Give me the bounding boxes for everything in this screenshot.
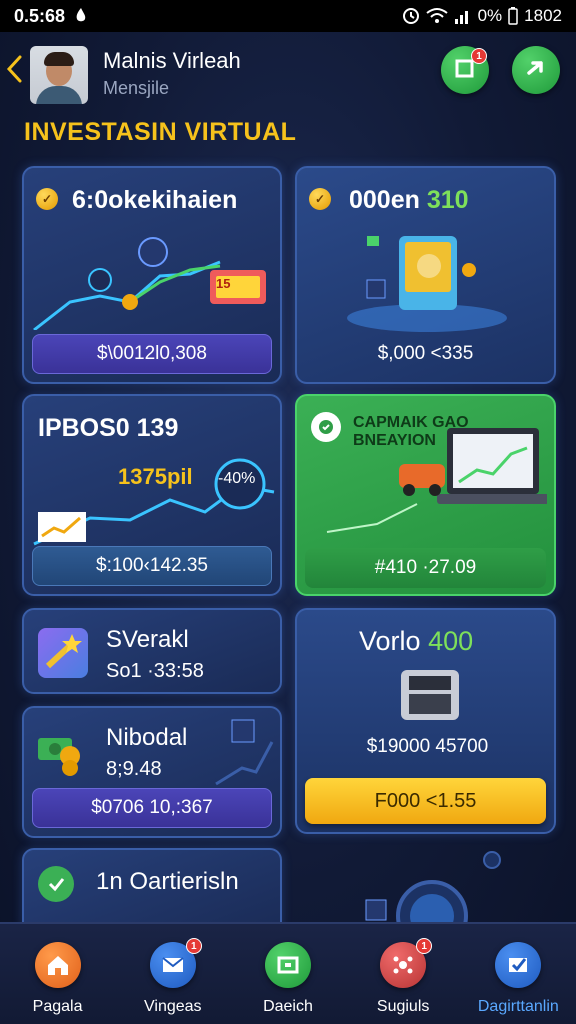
nav-label: Vingeas [144,998,202,1015]
investment-card-7[interactable]: Nibodal 8;9.48 $0706 10,:367 [22,706,282,838]
investment-card-4[interactable]: CAPMAIK GAO BNEAYION #410 ·27.09 [295,394,556,596]
card-title: 1n Oartierisln [96,868,239,895]
amount-bar: $,000 <335 [377,343,474,364]
card-title: SVerakl [106,626,189,653]
notification-badge: 1 [471,48,487,64]
wifi-icon [425,7,448,25]
card-title: 6:0okekihaien [72,186,238,214]
money-icon [38,738,80,776]
user-name: Malnis Virleah [103,48,241,73]
header: Malnis Virleah Mensjile 1 [0,40,576,112]
card-title: IPBOS0 139 [38,414,179,442]
percent-label: -40% [218,470,256,487]
calculator-icon [401,670,459,720]
signal-icon [454,7,472,25]
investment-card-1[interactable]: ✓ 6:0okekihaien 15 $\0012l0,308 [22,166,282,384]
investment-card-5[interactable]: SVerakl So1 ·33:58 [22,608,282,694]
nav-label: Sugiuls [376,998,430,1015]
nav-item-chat[interactable]: Daeich [233,942,343,1016]
check-icon [495,942,542,988]
tablet-illustration [347,236,507,332]
home-icon [34,942,81,988]
nav-label: Daeich [263,998,313,1015]
notification-icon [73,7,89,25]
nav-item-messages[interactable]: 1 Vingeas [118,938,228,1016]
card-title: Nibodal [106,724,188,751]
alarm-icon [402,7,420,25]
share-button[interactable] [512,46,560,94]
battery-icon [508,7,518,25]
battery-text: 0% [477,6,503,25]
card-title: Vorlo 400 [359,626,474,656]
action-button[interactable]: F000 <1.55 [305,778,546,824]
nav-item-home[interactable]: Pagala [3,942,113,1016]
back-button[interactable] [4,54,24,84]
value-label: $19000 45700 [366,736,489,757]
trend-chart [215,719,274,786]
notifications-button[interactable]: 1 [441,46,489,94]
user-subtitle: Mensjile [103,78,170,98]
investment-card-3[interactable]: IPBOS0 139 1375pil -40% $:100‹142.35 [22,394,282,596]
nav-badge: 1 [185,938,202,954]
card-sub: So1 ·33:58 [106,660,204,682]
coin-icon: ✓ [309,188,331,210]
bottom-nav: Pagala 1 Vingeas Daeich 1 Sugiuls Dagirt… [0,922,576,1024]
coin-icon: ✓ [36,188,58,210]
amount-bar: #410 ·27.09 [305,548,546,588]
status-clock: 1802 [524,6,562,25]
section-title: INVESTASIN VIRTUAL [24,118,297,146]
nav-label: Dagirttanlin [477,998,559,1015]
status-time: 0.5:68 [14,5,66,26]
nav-badge: 1 [416,938,433,954]
line-chart [33,237,266,330]
investment-card-6[interactable]: Vorlo 400 $19000 45700 F000 <1.55 [295,608,556,834]
check-icon [38,866,74,902]
investment-card-2[interactable]: ✓ 000en 310 $,000 <335 [295,166,556,384]
chat-icon [264,942,311,988]
amount-bar: $0706 10,:367 [32,788,272,828]
amount-bar: $\0012l0,308 [32,334,272,374]
card-title: 000en 310 [349,186,469,214]
status-bar: 0.5:68 0% 1802 [0,0,576,32]
nav-item-dashboard[interactable]: Dagirttanlin [463,942,573,1016]
line-chart [33,458,275,546]
gauge-illustration [365,851,501,922]
nav-label: Pagala [32,998,83,1015]
amount-bar: $:100‹142.35 [32,546,272,586]
avatar[interactable] [30,46,88,104]
puzzle-icon [38,628,88,678]
arrow-icon [524,56,548,85]
card-sub: 8;9.48 [106,758,162,780]
chip-label: 15 [216,276,231,291]
nav-item-network[interactable]: 1 Sugiuls [348,938,458,1016]
laptop-illustration [326,428,547,533]
